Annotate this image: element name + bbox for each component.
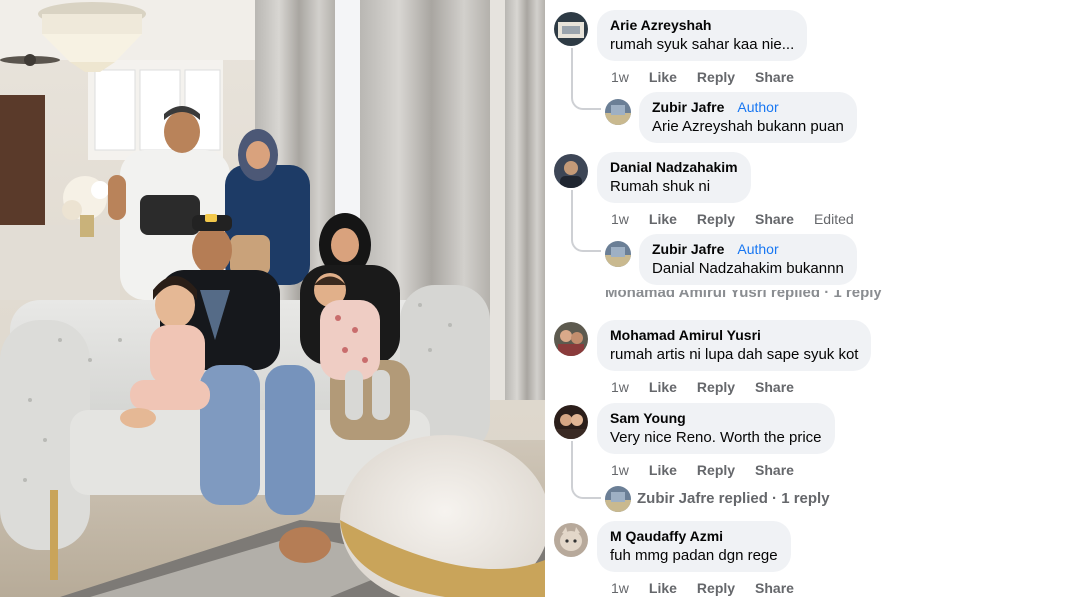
family-photo[interactable] [0, 0, 545, 597]
reply-author[interactable]: Zubir Jafre [652, 241, 724, 257]
comment-text: rumah syuk sahar kaa nie... [610, 36, 795, 53]
avatar-qaudaffy-icon[interactable] [554, 523, 588, 557]
like-button[interactable]: Like [649, 69, 677, 85]
avatar-zubir-icon[interactable] [605, 486, 631, 512]
comment-bubble: Mohamad Amirul Yusri rumah artis ni lupa… [597, 320, 872, 371]
reply-button[interactable]: Reply [697, 462, 735, 478]
reply-text: Danial Nadzahakim bukannn [652, 260, 844, 277]
comment-author[interactable]: Arie Azreyshah [610, 17, 711, 33]
comment-bubble: Arie Azreyshah rumah syuk sahar kaa nie.… [597, 10, 808, 61]
like-button[interactable]: Like [649, 379, 677, 395]
comment-author[interactable]: Danial Nadzahakim [610, 159, 738, 175]
thread-line [571, 190, 573, 234]
reply-author[interactable]: Zubir Jafre [652, 99, 724, 115]
comment-actions: 1w Like Reply Share [611, 69, 794, 85]
like-button[interactable]: Like [649, 580, 677, 596]
comment-author[interactable]: M Qaudaffy Azmi [610, 528, 723, 544]
author-badge: Author [737, 241, 779, 257]
comment-time[interactable]: 1w [611, 379, 629, 395]
share-button[interactable]: Share [755, 69, 794, 85]
comment-actions: 1w Like Reply Share [611, 580, 794, 596]
comments-panel: Arie Azreyshah rumah syuk sahar kaa nie.… [545, 0, 1070, 597]
reply-bubble: Zubir Jafre Author Arie Azreyshah bukann… [639, 92, 857, 143]
reply-button[interactable]: Reply [697, 211, 735, 227]
comment-text: Very nice Reno. Worth the price [610, 429, 822, 446]
share-button[interactable]: Share [755, 379, 794, 395]
reply-button[interactable]: Reply [697, 580, 735, 596]
avatar-zubir-icon[interactable] [605, 99, 631, 125]
comment-text: rumah artis ni lupa dah sape syuk kot [610, 346, 859, 363]
share-button[interactable]: Share [755, 211, 794, 227]
like-button[interactable]: Like [649, 462, 677, 478]
edited-label: Edited [813, 211, 854, 227]
comment-bubble: Sam Young Very nice Reno. Worth the pric… [597, 403, 835, 454]
thread-line [571, 48, 573, 92]
share-button[interactable]: Share [755, 580, 794, 596]
reply-button[interactable]: Reply [697, 69, 735, 85]
replies-link[interactable]: Zubir Jafre replied · 1 reply [637, 490, 830, 507]
comment-text: Rumah shuk ni [610, 178, 711, 195]
share-button[interactable]: Share [755, 462, 794, 478]
author-badge: Author [737, 99, 779, 115]
comment-text: fuh mmg padan dgn rege [610, 547, 778, 564]
reply-bubble: Zubir Jafre Author Danial Nadzahakim buk… [639, 234, 857, 285]
comment-time[interactable]: 1w [611, 462, 629, 478]
avatar-mohamad-icon[interactable] [554, 322, 588, 356]
more-replies-link[interactable]: Mohamad Amirul Yusri replied · 1 reply [605, 290, 882, 301]
comment-time[interactable]: 1w [611, 580, 629, 596]
thread-connector [571, 479, 601, 499]
comment-time[interactable]: 1w [611, 69, 629, 85]
comment-actions: 1w Like Reply Share Edited [611, 211, 854, 227]
thread-line [571, 441, 573, 483]
comment-actions: 1w Like Reply Share [611, 462, 794, 478]
comment-bubble: Danial Nadzahakim Rumah shuk ni [597, 152, 751, 203]
avatar-arie-icon[interactable] [554, 12, 588, 46]
comment-author[interactable]: Sam Young [610, 410, 686, 426]
reply-button[interactable]: Reply [697, 379, 735, 395]
comment-bubble: M Qaudaffy Azmi fuh mmg padan dgn rege [597, 521, 791, 572]
reply-text: Arie Azreyshah bukann puan [652, 118, 844, 135]
comment-author[interactable]: Mohamad Amirul Yusri [610, 327, 761, 343]
thread-connector [571, 230, 601, 252]
thread-connector [571, 88, 601, 110]
like-button[interactable]: Like [649, 211, 677, 227]
comment-time[interactable]: 1w [611, 211, 629, 227]
avatar-danial-icon[interactable] [554, 154, 588, 188]
avatar-zubir-icon[interactable] [605, 241, 631, 267]
avatar-sam-icon[interactable] [554, 405, 588, 439]
comment-actions: 1w Like Reply Share [611, 379, 794, 395]
